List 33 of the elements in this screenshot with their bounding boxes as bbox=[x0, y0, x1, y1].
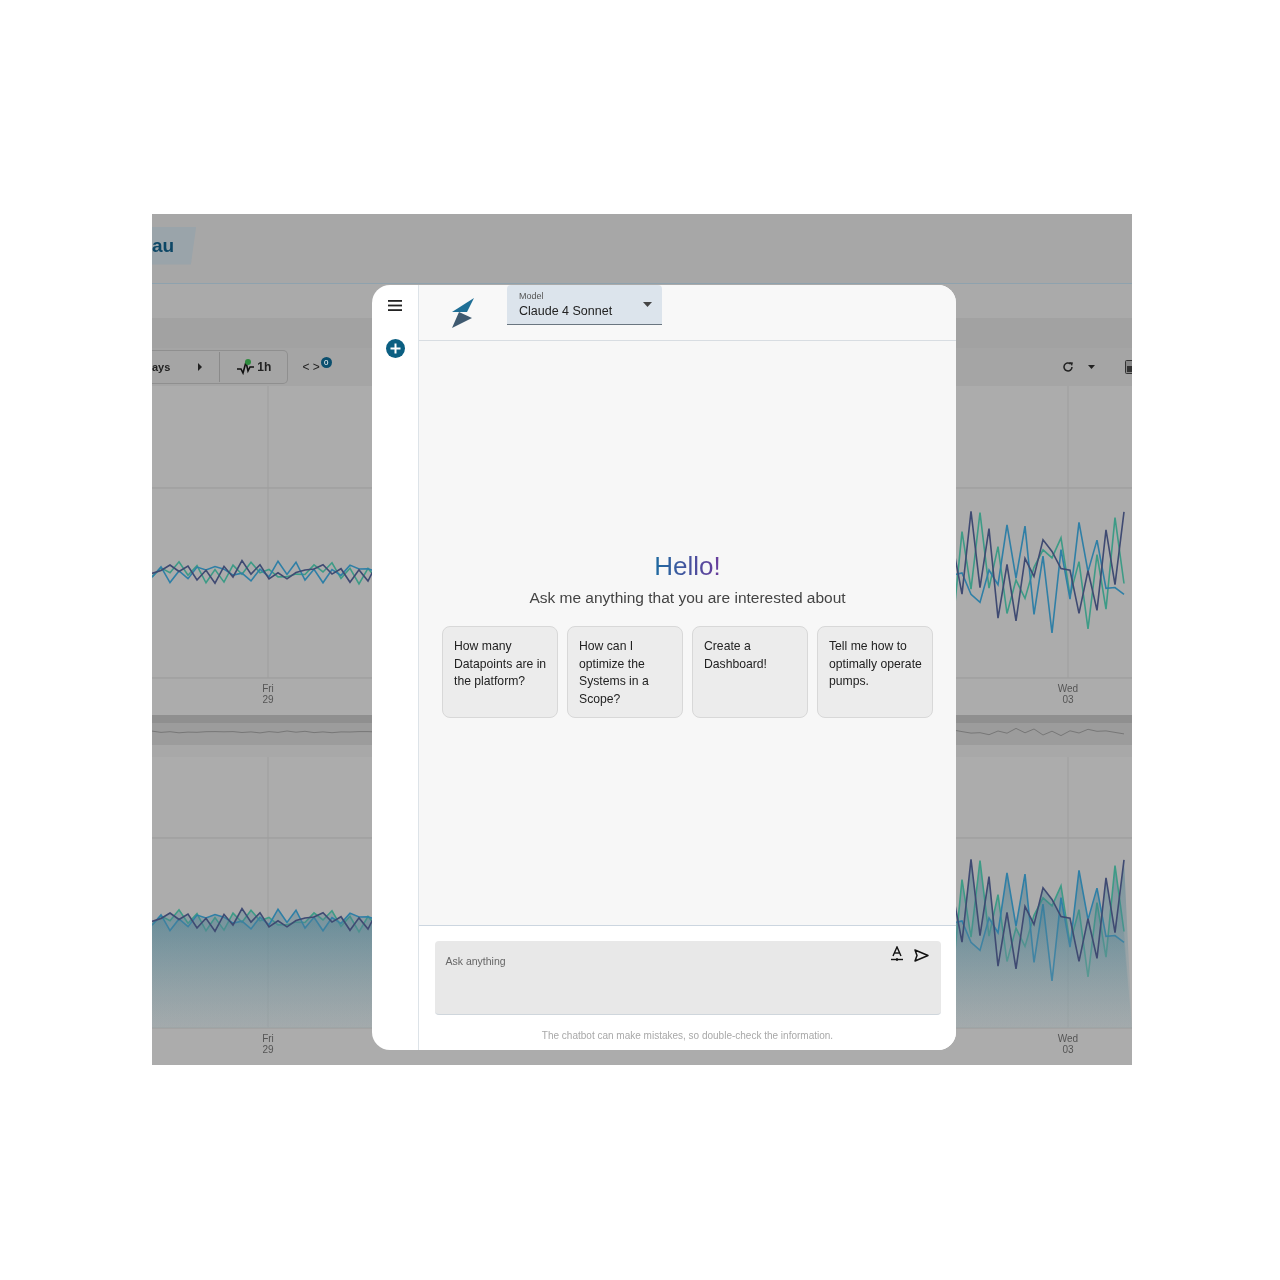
axis-date-label: 29 bbox=[262, 694, 274, 705]
send-icon[interactable] bbox=[913, 949, 929, 962]
caret-right-icon[interactable] bbox=[197, 363, 204, 371]
greeting-subtitle: Ask me anything that you are interested about bbox=[529, 589, 846, 607]
axis-date-label: 29 bbox=[262, 1044, 274, 1055]
model-select[interactable]: Model Claude 4 Sonnet bbox=[507, 285, 662, 325]
interval-label: 1h bbox=[257, 360, 272, 374]
text-format-icon[interactable] bbox=[889, 946, 904, 962]
axis-date-label: 03 bbox=[1062, 1044, 1074, 1055]
refresh-icon[interactable] bbox=[1062, 361, 1074, 373]
axis-date-label: 03 bbox=[1062, 694, 1074, 705]
axis-day-label: Fri bbox=[262, 1033, 274, 1044]
caret-down-icon[interactable] bbox=[1088, 365, 1095, 369]
menu-icon[interactable] bbox=[388, 300, 402, 311]
calculator-icon[interactable] bbox=[1125, 360, 1132, 374]
disclaimer-text: The chatbot can make mistakes, so double-check the information. bbox=[541, 1030, 834, 1041]
count-badge: 0 bbox=[320, 356, 332, 368]
dropdown-caret-icon[interactable] bbox=[643, 302, 652, 307]
suggestion-card[interactable]: Create a Dashboard! bbox=[692, 626, 808, 718]
suggestion-card[interactable]: How many Datapoints are in the platform? bbox=[442, 626, 558, 718]
chat-input-field[interactable]: Ask anything bbox=[434, 941, 941, 1015]
axis-day-label: Wed bbox=[1057, 683, 1079, 694]
time-range-label: ays bbox=[152, 361, 171, 373]
time-range-control[interactable]: ays 1h bbox=[152, 350, 289, 384]
axis-day-label: Fri bbox=[262, 683, 274, 694]
axis-day-label: Wed bbox=[1057, 1033, 1079, 1044]
page-title-tab[interactable]: au bbox=[152, 226, 197, 265]
new-chat-icon[interactable] bbox=[385, 339, 405, 358]
suggestion-card[interactable]: Tell me how to optimally operate pumps. bbox=[817, 626, 933, 718]
lightning-logo-icon bbox=[452, 298, 474, 328]
suggestion-card[interactable]: How can I optimize the Systems in a Scope? bbox=[567, 626, 683, 718]
code-toggle[interactable]: < > bbox=[302, 360, 320, 374]
pulse-icon bbox=[236, 359, 257, 375]
